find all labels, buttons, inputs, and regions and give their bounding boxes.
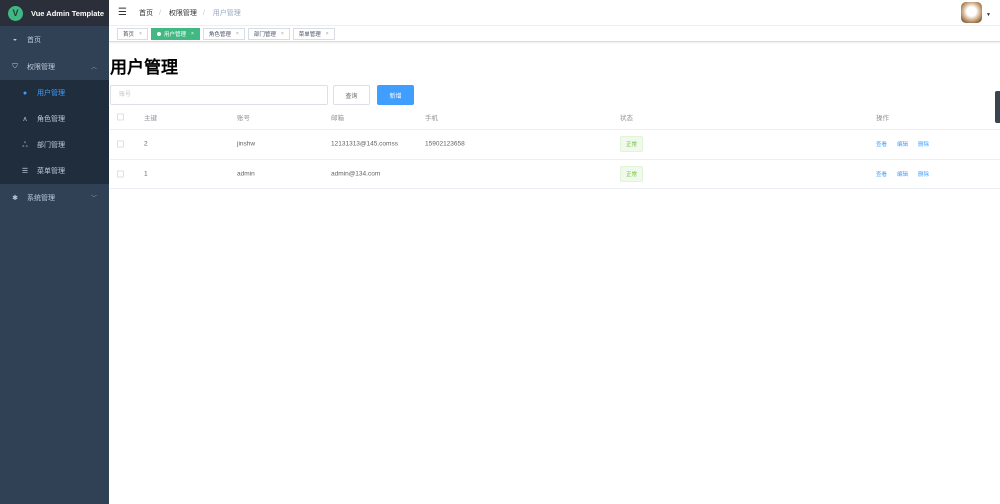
page-title: 用户管理	[110, 58, 178, 77]
cell-email: 12131313@145.comss	[331, 140, 398, 148]
breadcrumb-separator: /	[158, 9, 161, 17]
column-header-email: 邮箱	[331, 115, 344, 122]
user-icon: ●	[22, 89, 28, 97]
row-checkbox[interactable]	[117, 140, 124, 148]
column-header-status: 状态	[620, 115, 633, 122]
sidebar-item-label: 权限管理	[27, 63, 55, 71]
tag-users[interactable]: 用户管理 ×	[150, 27, 200, 40]
table-row: 1 admin admin@134.com 正常 查看 编辑 删除	[110, 160, 1000, 189]
tag-departments[interactable]: 部门管理 ×	[247, 27, 290, 40]
tree-icon: ஃ	[22, 141, 28, 149]
close-icon[interactable]: ×	[236, 31, 239, 37]
tag-menus[interactable]: 菜单管理 ×	[292, 27, 335, 40]
tag-label: 部门管理	[253, 31, 276, 38]
cell-phone: 15902123658	[425, 140, 465, 148]
breadcrumb-current: 用户管理	[212, 9, 241, 17]
column-header-account: 账号	[237, 115, 250, 122]
table-header: 主键 账号 邮箱 手机 状态 操作	[110, 105, 1000, 130]
edit-link[interactable]: 编辑	[897, 140, 908, 148]
status-badge: 正常	[620, 165, 644, 182]
cell-email: admin@134.com	[331, 170, 381, 178]
query-button[interactable]: 查询	[333, 85, 370, 105]
view-link[interactable]: 查看	[876, 140, 887, 148]
sidebar-item-permission[interactable]: ⛉ 权限管理 ︿	[0, 53, 109, 80]
chevron-down-icon: ﹀	[90, 196, 97, 202]
sidebar-item-roles[interactable]: ʌ 角色管理	[0, 106, 109, 132]
close-icon[interactable]: ×	[326, 31, 329, 37]
app-title: Vue Admin Template	[31, 8, 105, 18]
row-checkbox[interactable]	[117, 170, 124, 178]
hamburger-icon[interactable]: ☰	[118, 7, 127, 18]
permission-submenu: ● 用户管理 ʌ 角色管理 ஃ 部门管理 ☰ 菜单管理	[0, 80, 109, 184]
sidebar-item-home[interactable]: ◒ 首页	[0, 26, 109, 53]
sidebar-item-departments[interactable]: ஃ 部门管理	[0, 132, 109, 158]
add-button[interactable]: 新增	[377, 85, 414, 105]
status-badge: 正常	[620, 136, 644, 153]
navbar: ☰ 首页 / 权限管理 / 用户管理 ▼	[109, 0, 1000, 26]
caret-down-icon[interactable]: ▼	[986, 12, 991, 18]
dashboard-icon: ◒	[12, 36, 18, 43]
role-icon: ʌ	[23, 115, 27, 123]
close-icon[interactable]: ×	[139, 31, 142, 37]
cell-id: 2	[144, 140, 148, 148]
select-all-checkbox[interactable]	[117, 113, 124, 121]
tag-label: 首页	[123, 31, 135, 38]
gear-icon: ✱	[12, 194, 18, 202]
list-icon: ☰	[21, 168, 29, 175]
active-dot-icon	[156, 31, 161, 36]
column-header-phone: 手机	[425, 115, 438, 122]
breadcrumb: 首页 / 权限管理 / 用户管理	[139, 8, 247, 18]
delete-link[interactable]: 删除	[918, 170, 929, 178]
sidebar-item-label: 用户管理	[37, 90, 65, 97]
cell-account: jinshw	[237, 140, 256, 148]
breadcrumb-separator: /	[202, 9, 205, 17]
sidebar-item-label: 菜单管理	[37, 168, 65, 175]
sidebar-item-label: 部门管理	[37, 142, 65, 149]
sidebar-item-label: 角色管理	[37, 116, 65, 123]
table-row: 2 jinshw 12131313@145.comss 15902123658 …	[110, 130, 1000, 160]
sidebar: V Vue Admin Template ◒ 首页 ⛉ 权限管理 ︿ ● 用户管理 ʌ 角…	[0, 0, 109, 504]
close-icon[interactable]: ×	[281, 31, 284, 37]
account-search-input[interactable]: 账号	[110, 85, 328, 105]
cell-account: admin	[237, 170, 255, 178]
shield-icon: ⛉	[12, 62, 18, 70]
sidebar-item-label: 首页	[27, 36, 41, 44]
tags-view: 首页 × 用户管理 × 角色管理 × 部门管理 × 菜单管理 ×	[109, 26, 1000, 42]
view-link[interactable]: 查看	[876, 170, 887, 178]
sidebar-item-users[interactable]: ● 用户管理	[0, 80, 109, 106]
delete-link[interactable]: 删除	[918, 140, 929, 148]
app-logo[interactable]: V Vue Admin Template	[0, 0, 109, 26]
close-icon[interactable]: ×	[191, 31, 194, 37]
tag-label: 角色管理	[208, 31, 231, 38]
edit-link[interactable]: 编辑	[897, 170, 908, 178]
sidebar-item-system[interactable]: ✱ 系统管理 ﹀	[0, 184, 109, 211]
cell-id: 1	[144, 170, 148, 178]
sidebar-item-menus[interactable]: ☰ 菜单管理	[0, 158, 109, 184]
tag-roles[interactable]: 角色管理 ×	[202, 27, 245, 40]
vue-logo-icon: V	[8, 5, 23, 21]
breadcrumb-home[interactable]: 首页	[139, 10, 153, 17]
sidebar-item-label: 系统管理	[27, 194, 55, 202]
tag-label: 用户管理	[163, 31, 186, 38]
avatar[interactable]	[961, 2, 982, 23]
users-table: 主键 账号 邮箱 手机 状态 操作 2 jinshw 12131313@145.…	[110, 105, 1000, 189]
chevron-up-icon: ︿	[90, 65, 97, 71]
column-header-id: 主键	[144, 115, 157, 122]
column-header-actions: 操作	[876, 115, 889, 122]
tag-home[interactable]: 首页 ×	[117, 27, 148, 40]
tag-label: 菜单管理	[298, 31, 321, 38]
breadcrumb-permission[interactable]: 权限管理	[169, 10, 197, 17]
floating-widget-handle[interactable]	[995, 91, 1000, 123]
